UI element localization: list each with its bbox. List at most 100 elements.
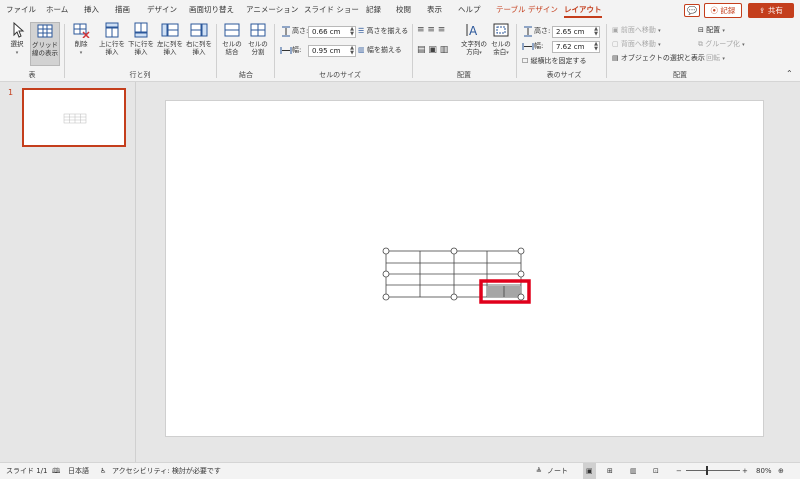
row-height-input[interactable]: 0.66 cm ▲ ▼ <box>308 26 356 38</box>
column-width-input[interactable]: 0.95 cm ▲ ▼ <box>308 45 356 57</box>
table-grid-icon <box>37 24 53 38</box>
tab-10[interactable]: 表示 <box>427 0 442 20</box>
tab-table-design[interactable]: テーブル デザイン <box>496 0 558 20</box>
insert-left-label: 左に列を挿入 <box>157 40 183 56</box>
slide-table-object[interactable] <box>166 101 765 438</box>
zoom-level[interactable]: 80% <box>756 463 772 479</box>
comments-button[interactable]: 💬 <box>684 4 700 17</box>
insert-row-below-icon <box>134 22 148 38</box>
record-button[interactable]: ⦿ 記録 <box>704 3 742 18</box>
distribute-columns-icon: ▥ <box>358 46 365 54</box>
ribbon-tab-bar: ファイル ホーム 挿入 描画 デザイン 画面切り替え アニメーション スライド ショー 記録 校閲… <box>0 0 800 20</box>
gridlines-label: グリッド線の表示 <box>32 41 58 57</box>
selection-pane-button[interactable]: ▤ オブジェクトの選択と表示 <box>612 52 705 64</box>
insert-above-button[interactable]: 上に行を挿入 <box>98 22 126 56</box>
spinner-arrows-icon: ▲ ▼ <box>594 26 598 37</box>
tab-8[interactable]: 記録 <box>366 0 381 20</box>
merge-cells-icon <box>224 23 240 37</box>
tab-1[interactable]: ホーム <box>46 0 68 20</box>
row-height-icon <box>282 26 290 37</box>
table-width-icon <box>522 43 534 50</box>
zoom-out-icon[interactable]: − <box>676 463 682 479</box>
view-gridlines-button[interactable]: グリッド線の表示 <box>30 22 60 66</box>
tab-11[interactable]: ヘルプ <box>458 0 481 20</box>
bring-forward-button[interactable]: ▣ 前面へ移動 ▾ <box>612 24 661 36</box>
table-height-label: 高さ: <box>534 27 551 35</box>
column-width-label: 幅: <box>292 46 302 54</box>
separator <box>412 24 413 78</box>
group-objects-button[interactable]: ⧉ グループ化 ▾ <box>698 38 745 50</box>
table-width-input[interactable]: 7.62 cm ▲ ▼ <box>552 41 600 53</box>
tab-9[interactable]: 校閲 <box>396 0 411 20</box>
tab-5[interactable]: 画面切り替え <box>189 0 234 20</box>
spinner-arrows-icon: ▲ ▼ <box>594 41 598 52</box>
row-height-label: 高さ: <box>292 27 309 35</box>
align-icon: ⊟ <box>698 26 704 34</box>
split-cells-icon <box>250 23 266 37</box>
rotate-label: 回転 <box>706 54 721 62</box>
group-label-cell-size: セルのサイズ <box>319 71 361 79</box>
split-cells-button[interactable]: セルの分割 <box>246 22 270 56</box>
insert-left-button[interactable]: 左に列を挿入 <box>156 22 184 56</box>
lock-aspect-ratio-checkbox[interactable]: ☐ 縦横比を固定する <box>522 55 587 67</box>
distribute-rows-button[interactable]: ☰ 高さを揃える <box>358 25 408 37</box>
rotate-icon: ⟳ <box>698 54 704 62</box>
tab-0[interactable]: ファイル <box>6 0 36 20</box>
language-indicator[interactable]: 日本語 <box>68 463 89 479</box>
vertical-align-buttons[interactable]: ▤ ▣ ▥ <box>417 44 448 56</box>
tab-layout[interactable]: レイアウト <box>564 0 602 20</box>
distribute-rows-label: 高さを揃える <box>366 27 409 35</box>
group-label-arrange: 配置 <box>673 71 687 79</box>
status-bar: スライド 1/1 🕮 日本語 ♿ アクセシビリティ: 検討が必要です ≜ ノート… <box>0 462 800 479</box>
fit-to-window-icon[interactable]: ⊕ <box>778 463 784 479</box>
zoom-thumb[interactable] <box>706 466 708 475</box>
row-height-value: 0.66 cm <box>312 28 341 36</box>
insert-below-label: 下に行を挿入 <box>128 40 154 56</box>
merge-cells-button[interactable]: セルの結合 <box>220 22 244 56</box>
group-label-merge: 結合 <box>239 71 253 79</box>
tab-7[interactable]: スライド ショー <box>304 0 359 20</box>
accessibility-status[interactable]: アクセシビリティ: 検討が必要です <box>112 463 221 479</box>
cell-margins-button[interactable]: セルの余白▾ <box>490 22 512 57</box>
insert-right-button[interactable]: 右に列を挿入 <box>185 22 213 56</box>
slideshow-icon[interactable]: ⊡ <box>653 463 659 479</box>
select-button[interactable]: 選択 ▾ <box>6 22 28 57</box>
slide-number: 1 <box>8 88 14 97</box>
slide-thumbnail[interactable] <box>22 88 126 147</box>
text-direction-button[interactable]: A 文字列の方向▾ <box>460 22 488 57</box>
accessibility-icon: ♿ <box>100 467 107 475</box>
table-width-value: 7.62 cm <box>556 43 585 51</box>
group-label-alignment: 配置 <box>457 71 471 79</box>
zoom-in-icon[interactable]: + <box>742 463 748 479</box>
normal-view-icon[interactable]: ▣ <box>583 463 596 479</box>
tab-2[interactable]: 挿入 <box>84 0 99 20</box>
spellcheck-icon[interactable]: 🕮 <box>52 463 60 479</box>
slide-count: スライド 1/1 <box>6 467 48 475</box>
slide-canvas[interactable] <box>165 100 764 437</box>
distribute-columns-button[interactable]: ▥ 幅を揃える <box>358 44 402 56</box>
insert-above-label: 上に行を挿入 <box>99 40 125 56</box>
notes-button[interactable]: ノート <box>547 463 568 479</box>
slide-sorter-icon[interactable]: ⊞ <box>607 463 613 479</box>
zoom-slider[interactable] <box>686 463 740 479</box>
insert-below-button[interactable]: 下に行を挿入 <box>127 22 155 56</box>
rotate-button[interactable]: ⟳ 回転 ▾ <box>698 52 725 64</box>
table-height-input[interactable]: 2.65 cm ▲ ▼ <box>552 26 600 38</box>
align-button[interactable]: ⊟ 配置 ▾ <box>698 24 725 36</box>
share-button[interactable]: ⇪ 共有 <box>748 3 794 18</box>
lock-aspect-label: 縦横比を固定する <box>530 57 587 65</box>
tab-4[interactable]: デザイン <box>147 0 177 20</box>
delete-button[interactable]: 削除 ▾ <box>70 22 92 57</box>
zoom-track <box>686 470 740 471</box>
notes-icon: ≜ <box>536 467 542 475</box>
tab-3[interactable]: 描画 <box>115 0 130 20</box>
tab-6[interactable]: アニメーション <box>246 0 298 20</box>
collapse-ribbon-icon[interactable]: ⌃ <box>786 68 793 80</box>
reading-view-icon[interactable]: ▥ <box>630 463 637 479</box>
text-direction-icon: A <box>466 24 478 38</box>
horizontal-align-buttons[interactable]: ≡ ≡ ≡ <box>417 24 445 36</box>
table-height-value: 2.65 cm <box>556 28 585 36</box>
column-width-value: 0.95 cm <box>312 47 341 55</box>
send-backward-button[interactable]: ▢ 背面へ移動 ▾ <box>612 38 661 50</box>
svg-text:A: A <box>469 24 478 38</box>
